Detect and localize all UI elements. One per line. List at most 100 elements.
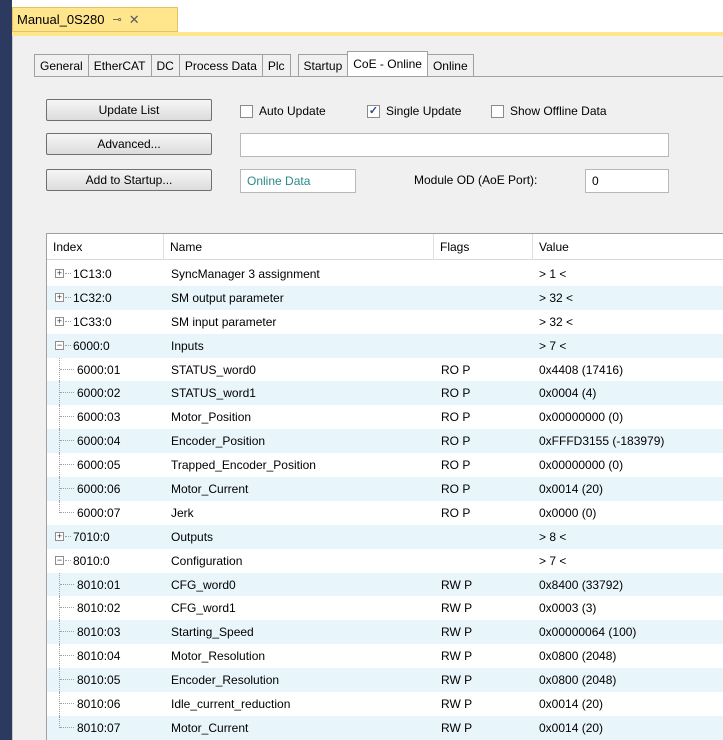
module-od-port-input[interactable]: 0 bbox=[585, 169, 669, 193]
device-panel: General EtherCAT DC Process Data Plc Startup C… bbox=[12, 36, 723, 740]
table-body: +1C13:0 SyncManager 3 assignment > 1 < +1C3… bbox=[47, 262, 723, 740]
row-name: SM output parameter bbox=[171, 290, 284, 305]
row-value: > 7 < bbox=[539, 553, 567, 568]
auto-update-check-box[interactable] bbox=[240, 104, 253, 118]
table-row[interactable]: 6000:07 Jerk RO P 0x0000 (0) bbox=[47, 500, 723, 525]
row-value: 0x0004 (4) bbox=[539, 386, 597, 401]
row-index: 8010:01 bbox=[77, 577, 121, 592]
single-update-checkbox[interactable]: ✓ Single Update bbox=[367, 104, 461, 118]
row-value: 0x00000000 (0) bbox=[539, 410, 624, 425]
table-row[interactable]: 8010:03 Starting_Speed RW P 0x00000064 (100… bbox=[47, 620, 723, 645]
auto-update-checkbox[interactable]: Auto Update bbox=[240, 104, 326, 118]
table-row[interactable]: +1C13:0 SyncManager 3 assignment > 1 < bbox=[47, 262, 723, 286]
close-icon[interactable]: ✕ bbox=[129, 12, 140, 28]
row-name: SM input parameter bbox=[171, 314, 277, 329]
row-value: 0x4408 (17416) bbox=[539, 362, 624, 377]
row-name: CFG_word1 bbox=[171, 601, 236, 616]
row-flags: RW P bbox=[441, 696, 473, 711]
row-index: 6000:0 bbox=[73, 338, 110, 353]
row-index: 8010:0 bbox=[73, 553, 110, 568]
row-flags: RO P bbox=[441, 434, 471, 449]
table-row[interactable]: 6000:03 Motor_Position RO P 0x00000000 (0) bbox=[47, 405, 723, 430]
tab-plc[interactable]: Plc bbox=[261, 54, 291, 76]
tree-connector bbox=[65, 344, 71, 346]
tab-coe-online[interactable]: CoE - Online bbox=[347, 51, 428, 76]
table-row[interactable]: −8010:0 Configuration > 7 < bbox=[47, 549, 723, 573]
column-header-value[interactable]: Value bbox=[533, 234, 723, 260]
table-row[interactable]: −6000:0 Inputs > 7 < bbox=[47, 333, 723, 358]
single-update-check-box[interactable]: ✓ bbox=[367, 104, 380, 118]
advanced-field[interactable] bbox=[240, 133, 669, 157]
collapse-icon[interactable]: − bbox=[55, 555, 64, 565]
tree-connector bbox=[60, 440, 74, 442]
tree-connector bbox=[60, 631, 74, 633]
expand-icon[interactable]: + bbox=[55, 531, 64, 541]
row-index: 6000:05 bbox=[77, 458, 121, 473]
row-name: Encoder_Position bbox=[171, 434, 266, 449]
row-value: 0x0014 (20) bbox=[539, 720, 604, 735]
add-to-startup-button[interactable]: Add to Startup... bbox=[46, 169, 212, 191]
show-offline-data-checkbox[interactable]: Show Offline Data bbox=[491, 104, 607, 118]
pin-icon[interactable]: ⊸ bbox=[112, 13, 121, 26]
tab-general[interactable]: General bbox=[34, 54, 89, 76]
row-value: > 7 < bbox=[539, 338, 567, 353]
table-row[interactable]: 6000:01 STATUS_word0 RO P 0x4408 (17416) bbox=[47, 357, 723, 382]
expand-icon[interactable]: + bbox=[55, 316, 64, 326]
tree-connector bbox=[60, 679, 74, 681]
table-row[interactable]: 8010:07 Motor_Current RW P 0x0014 (20) bbox=[47, 715, 723, 740]
tree-connector bbox=[65, 320, 71, 322]
collapse-icon[interactable]: − bbox=[55, 340, 64, 350]
table-row[interactable]: 6000:05 Trapped_Encoder_Position RO P 0x000… bbox=[47, 453, 723, 478]
table-row[interactable]: 8010:02 CFG_word1 RW P 0x0003 (3) bbox=[47, 596, 723, 621]
table-row[interactable]: 8010:05 Encoder_Resolution RW P 0x0800 (204… bbox=[47, 668, 723, 693]
show-offline-data-check-box[interactable] bbox=[491, 104, 504, 118]
tree-connector bbox=[65, 296, 71, 298]
expand-icon[interactable]: + bbox=[55, 292, 64, 302]
table-row[interactable]: 6000:02 STATUS_word1 RO P 0x0004 (4) bbox=[47, 381, 723, 406]
tab-startup[interactable]: Startup bbox=[297, 54, 349, 76]
table-row[interactable]: 8010:01 CFG_word0 RW P 0x8400 (33792) bbox=[47, 572, 723, 597]
column-header-index[interactable]: Index bbox=[47, 234, 164, 260]
advanced-button[interactable]: Advanced... bbox=[46, 133, 212, 155]
row-name: CFG_word0 bbox=[171, 577, 236, 592]
row-name: Motor_Position bbox=[171, 410, 252, 425]
row-name: STATUS_word1 bbox=[171, 386, 256, 401]
row-name: Motor_Current bbox=[171, 481, 249, 496]
tree-connector bbox=[60, 511, 74, 513]
tree-connector bbox=[60, 416, 74, 418]
row-name: Motor_Resolution bbox=[171, 649, 266, 664]
table-row[interactable]: +7010:0 Outputs > 8 < bbox=[47, 524, 723, 549]
tree-connector bbox=[60, 368, 74, 370]
tree-connector bbox=[60, 392, 74, 394]
row-index: 6000:02 bbox=[77, 386, 121, 401]
table-row[interactable]: 6000:04 Encoder_Position RO P 0xFFFD3155 (-… bbox=[47, 429, 723, 454]
row-index: 1C32:0 bbox=[73, 290, 112, 305]
tree-connector bbox=[60, 703, 74, 705]
row-name: Inputs bbox=[171, 338, 204, 353]
table-row[interactable]: +1C33:0 SM input parameter > 32 < bbox=[47, 310, 723, 334]
tab-online[interactable]: Online bbox=[426, 54, 474, 76]
online-data-field: Online Data bbox=[240, 169, 356, 193]
tree-connector bbox=[60, 726, 74, 728]
document-tab[interactable]: Manual_0S280 ⊸ ✕ bbox=[12, 7, 178, 32]
column-header-name[interactable]: Name bbox=[164, 234, 434, 260]
row-index: 6000:01 bbox=[77, 362, 121, 377]
table-row[interactable]: 6000:06 Motor_Current RO P 0x0014 (20) bbox=[47, 477, 723, 501]
column-header-flags[interactable]: Flags bbox=[434, 234, 533, 260]
table-row[interactable]: 8010:06 Idle_current_reduction RW P 0x0014 … bbox=[47, 692, 723, 716]
table-row[interactable]: 8010:04 Motor_Resolution RW P 0x0800 (2048) bbox=[47, 644, 723, 669]
expand-icon[interactable]: + bbox=[55, 269, 64, 278]
row-flags: RO P bbox=[441, 458, 471, 473]
row-index: 8010:04 bbox=[77, 649, 121, 664]
tab-ethercat[interactable]: EtherCAT bbox=[87, 54, 152, 76]
row-flags: RO P bbox=[441, 362, 471, 377]
tab-dc[interactable]: DC bbox=[150, 54, 180, 76]
row-name: Encoder_Resolution bbox=[171, 673, 280, 688]
table-row[interactable]: +1C32:0 SM output parameter > 32 < bbox=[47, 285, 723, 310]
update-list-button[interactable]: Update List bbox=[46, 99, 212, 121]
row-flags: RW P bbox=[441, 673, 473, 688]
single-update-label: Single Update bbox=[386, 104, 462, 118]
row-index: 1C33:0 bbox=[73, 314, 112, 329]
tab-process-data[interactable]: Process Data bbox=[178, 54, 263, 76]
row-value: > 8 < bbox=[539, 529, 567, 544]
